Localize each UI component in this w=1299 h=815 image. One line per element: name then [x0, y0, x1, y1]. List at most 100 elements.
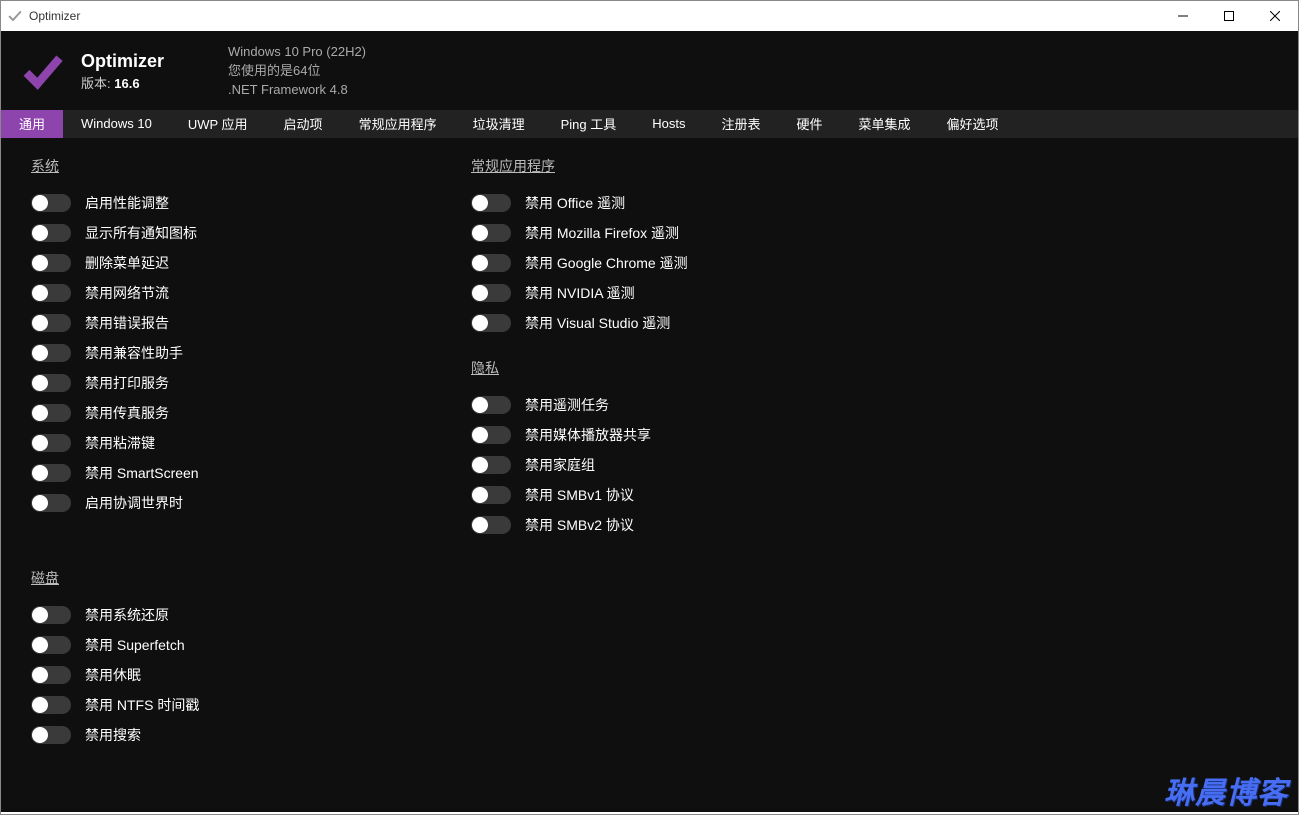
system-label-6: 禁用打印服务 [85, 373, 169, 393]
disk-toggle-2[interactable] [31, 666, 71, 684]
privacy-toggle-1[interactable] [471, 426, 511, 444]
system-toggle-7[interactable] [31, 404, 71, 422]
apps-toggle-1[interactable] [471, 224, 511, 242]
tab-7[interactable]: Hosts [634, 110, 703, 138]
column-left: 系统 启用性能调整显示所有通知图标删除菜单延迟禁用网络节流禁用错误报告禁用兼容性… [31, 152, 411, 798]
tab-11[interactable]: 偏好选项 [929, 110, 1017, 138]
system-row-6: 禁用打印服务 [31, 368, 411, 398]
system-toggle-4[interactable] [31, 314, 71, 332]
tab-8[interactable]: 注册表 [703, 110, 778, 138]
system-label-9: 禁用 SmartScreen [85, 463, 199, 483]
system-row-2: 删除菜单延迟 [31, 248, 411, 278]
apps-row-4: 禁用 Visual Studio 遥测 [471, 308, 1268, 338]
app-window: Optimizer Optimizer 版本: 16.6 [0, 0, 1299, 815]
system-toggle-10[interactable] [31, 494, 71, 512]
system-label-7: 禁用传真服务 [85, 403, 169, 423]
privacy-label-1: 禁用媒体播放器共享 [525, 425, 651, 445]
system-label-8: 禁用粘滞键 [85, 433, 155, 453]
disk-label-2: 禁用休眠 [85, 665, 141, 685]
system-toggle-8[interactable] [31, 434, 71, 452]
app-version: 版本: 16.6 [81, 73, 164, 92]
system-row-5: 禁用兼容性助手 [31, 338, 411, 368]
tab-9[interactable]: 硬件 [778, 110, 840, 138]
privacy-toggle-0[interactable] [471, 396, 511, 414]
app-header: Optimizer 版本: 16.6 Windows 10 Pro (22H2)… [1, 31, 1298, 110]
logo-check-icon [21, 49, 65, 93]
apps-label-0: 禁用 Office 遥测 [525, 193, 625, 213]
privacy-row-0: 禁用遥测任务 [471, 390, 1268, 420]
privacy-row-4: 禁用 SMBv2 协议 [471, 510, 1268, 540]
apps-toggle-3[interactable] [471, 284, 511, 302]
window-controls [1160, 1, 1298, 31]
section-title-apps: 常规应用程序 [471, 156, 1268, 176]
system-row-3: 禁用网络节流 [31, 278, 411, 308]
section-title-system: 系统 [31, 156, 411, 176]
privacy-row-3: 禁用 SMBv1 协议 [471, 480, 1268, 510]
privacy-row-2: 禁用家庭组 [471, 450, 1268, 480]
maximize-button[interactable] [1206, 1, 1252, 31]
disk-row-0: 禁用系统还原 [31, 600, 411, 630]
disk-label-3: 禁用 NTFS 时间戳 [85, 695, 199, 715]
system-toggle-1[interactable] [31, 224, 71, 242]
titlebar[interactable]: Optimizer [1, 1, 1298, 31]
apps-label-4: 禁用 Visual Studio 遥测 [525, 313, 670, 333]
tabbar: 通用Windows 10UWP 应用启动项常规应用程序垃圾清理Ping 工具Ho… [1, 110, 1298, 138]
disk-toggle-4[interactable] [31, 726, 71, 744]
tab-6[interactable]: Ping 工具 [543, 110, 635, 138]
content-area: 系统 启用性能调整显示所有通知图标删除菜单延迟禁用网络节流禁用错误报告禁用兼容性… [1, 138, 1298, 812]
section-title-privacy: 隐私 [471, 358, 1268, 378]
arch-line: 您使用的是64位 [228, 62, 366, 81]
tab-10[interactable]: 菜单集成 [841, 110, 929, 138]
header-sysinfo: Windows 10 Pro (22H2) 您使用的是64位 .NET Fram… [228, 43, 366, 100]
header-title-block: Optimizer 版本: 16.6 [81, 51, 164, 92]
watermark: 琳晨博客 [1164, 768, 1288, 812]
section-privacy-toggles: 禁用遥测任务禁用媒体播放器共享禁用家庭组禁用 SMBv1 协议禁用 SMBv2 … [471, 390, 1268, 540]
system-row-10: 启用协调世界时 [31, 488, 411, 518]
apps-toggle-0[interactable] [471, 194, 511, 212]
disk-label-4: 禁用搜索 [85, 725, 141, 745]
privacy-label-3: 禁用 SMBv1 协议 [525, 485, 634, 505]
version-label: 版本: [81, 76, 111, 91]
system-row-1: 显示所有通知图标 [31, 218, 411, 248]
tab-4[interactable]: 常规应用程序 [341, 110, 455, 138]
system-row-9: 禁用 SmartScreen [31, 458, 411, 488]
close-icon [1270, 11, 1280, 21]
apps-toggle-4[interactable] [471, 314, 511, 332]
tab-2[interactable]: UWP 应用 [170, 110, 266, 138]
minimize-button[interactable] [1160, 1, 1206, 31]
privacy-row-1: 禁用媒体播放器共享 [471, 420, 1268, 450]
app-check-icon [7, 8, 23, 24]
close-button[interactable] [1252, 1, 1298, 31]
version-value: 16.6 [114, 76, 139, 91]
privacy-toggle-4[interactable] [471, 516, 511, 534]
privacy-toggle-2[interactable] [471, 456, 511, 474]
disk-row-4: 禁用搜索 [31, 720, 411, 750]
apps-row-0: 禁用 Office 遥测 [471, 188, 1268, 218]
tab-0[interactable]: 通用 [1, 110, 63, 138]
disk-toggle-3[interactable] [31, 696, 71, 714]
apps-label-1: 禁用 Mozilla Firefox 遥测 [525, 223, 679, 243]
system-toggle-6[interactable] [31, 374, 71, 392]
system-label-1: 显示所有通知图标 [85, 223, 197, 243]
tab-5[interactable]: 垃圾清理 [455, 110, 543, 138]
system-toggle-5[interactable] [31, 344, 71, 362]
tab-1[interactable]: Windows 10 [63, 110, 170, 138]
system-toggle-3[interactable] [31, 284, 71, 302]
system-toggle-9[interactable] [31, 464, 71, 482]
app-title: Optimizer [81, 51, 164, 73]
system-toggle-2[interactable] [31, 254, 71, 272]
disk-toggle-1[interactable] [31, 636, 71, 654]
app-body: Optimizer 版本: 16.6 Windows 10 Pro (22H2)… [1, 31, 1298, 812]
apps-toggle-2[interactable] [471, 254, 511, 272]
disk-row-3: 禁用 NTFS 时间戳 [31, 690, 411, 720]
system-row-0: 启用性能调整 [31, 188, 411, 218]
tab-3[interactable]: 启动项 [266, 110, 341, 138]
minimize-icon [1178, 11, 1188, 21]
system-toggle-0[interactable] [31, 194, 71, 212]
privacy-toggle-3[interactable] [471, 486, 511, 504]
system-label-4: 禁用错误报告 [85, 313, 169, 333]
disk-toggle-0[interactable] [31, 606, 71, 624]
apps-row-1: 禁用 Mozilla Firefox 遥测 [471, 218, 1268, 248]
titlebar-left: Optimizer [7, 8, 80, 24]
privacy-label-4: 禁用 SMBv2 协议 [525, 515, 634, 535]
